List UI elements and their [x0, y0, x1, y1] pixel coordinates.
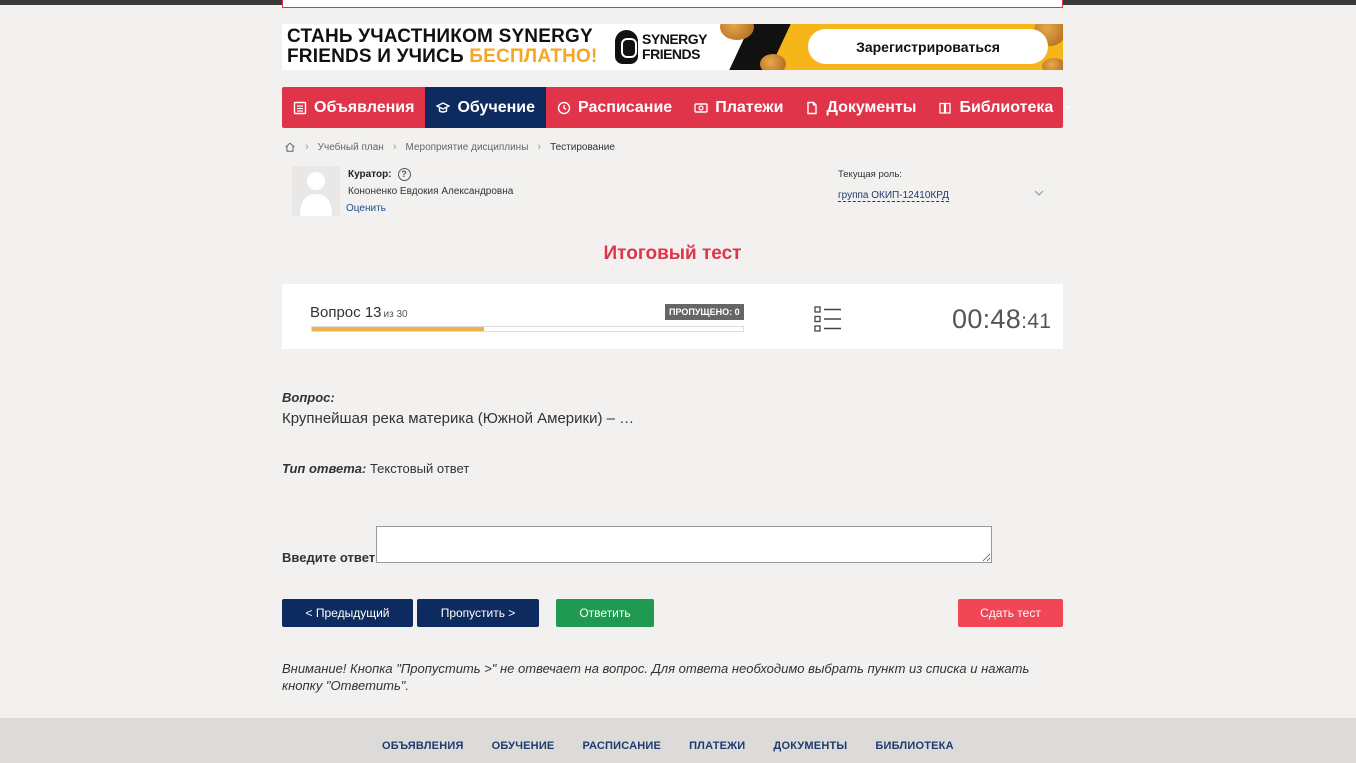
main-nav: Объявления Обучение Расписание Платежи Д… — [282, 87, 1072, 128]
chevron-right-icon: › — [392, 141, 397, 153]
nav-item-announcements[interactable]: Объявления — [282, 87, 425, 128]
footer-link-payments[interactable]: ПЛАТЕЖИ — [689, 740, 745, 752]
skipped-badge: ПРОПУЩЕНО: 0 — [665, 304, 744, 320]
rate-link[interactable]: Оценить — [346, 203, 386, 214]
breadcrumb-current: Тестирование — [550, 141, 615, 153]
list-icon — [293, 101, 307, 114]
nav-item-payments[interactable]: Платежи — [683, 87, 794, 128]
help-icon[interactable]: ? — [397, 168, 411, 181]
curator-name: Кононенко Евдокия Александровна — [348, 186, 514, 197]
register-button[interactable]: Зарегистрироваться — [808, 29, 1048, 64]
nav-item-learning[interactable]: Обучение — [425, 87, 547, 128]
chevron-down-icon[interactable] — [1033, 188, 1045, 198]
answer-input-label: Введите ответ: — [282, 550, 380, 565]
document-icon — [807, 101, 818, 114]
nav-label: Документы — [826, 98, 917, 116]
role-select[interactable]: группа ОКИП-12410КРД — [838, 190, 949, 202]
nav-item-documents[interactable]: Документы — [794, 87, 927, 128]
submit-test-button[interactable]: Сдать тест — [958, 599, 1063, 627]
progress-fill — [312, 327, 485, 331]
chevron-right-icon: › — [537, 141, 542, 153]
question-counter: Вопрос 13 из 30 — [310, 304, 408, 321]
banner-line2: FRIENDS И УЧИСЬ БЕСПЛАТНО! — [287, 46, 598, 67]
answer-input[interactable] — [376, 526, 992, 563]
footer-link-schedule[interactable]: РАСПИСАНИЕ — [582, 740, 661, 752]
avatar — [292, 166, 340, 216]
warning-note: Внимание! Кнопка "Пропустить >" не отвеч… — [282, 661, 1030, 693]
nav-label: Объявления — [314, 98, 415, 116]
coin-icon — [760, 54, 786, 70]
home-icon[interactable] — [284, 141, 296, 153]
progress-card: Вопрос 13 из 30 ПРОПУЩЕНО: 0 00:48:41 — [282, 284, 1063, 349]
lion-logo-icon — [615, 30, 639, 64]
previous-button[interactable]: < Предыдущий — [282, 599, 413, 627]
clock-icon — [557, 101, 571, 114]
footer-link-announcements[interactable]: ОБЪЯВЛЕНИЯ — [382, 740, 464, 752]
question-list-icon[interactable] — [814, 306, 842, 332]
nav-label: Обучение — [457, 98, 536, 116]
chevron-down-icon — [1064, 105, 1072, 110]
nav-label: Платежи — [715, 98, 784, 116]
skip-button[interactable]: Пропустить > — [417, 599, 539, 627]
synergy-friends-logo: SYNERGY FRIENDS — [615, 28, 707, 66]
answer-button[interactable]: Ответить — [556, 599, 654, 627]
nav-label: Библиотека — [959, 98, 1054, 116]
footer-link-learning[interactable]: ОБУЧЕНИЕ — [492, 740, 555, 752]
question-text: Крупнейшая река материка (Южной Америки)… — [282, 410, 635, 427]
page-title: Итоговый тест — [603, 243, 742, 264]
banner-accent: БЕСПЛАТНО! — [469, 46, 598, 67]
coin-icon — [1042, 58, 1063, 70]
nav-label: Расписание — [578, 98, 673, 116]
footer-link-documents[interactable]: ДОКУМЕНТЫ — [773, 740, 847, 752]
footer-nav: ОБЪЯВЛЕНИЯ ОБУЧЕНИЕ РАСПИСАНИЕ ПЛАТЕЖИ Д… — [382, 740, 954, 752]
top-card-edge — [282, 0, 1063, 8]
promo-banner[interactable]: СТАНЬ УЧАСТНИКОМ SYNERGY FRIENDS И УЧИСЬ… — [282, 24, 1063, 70]
breadcrumb-item[interactable]: Учебный план — [318, 142, 384, 153]
nav-item-library[interactable]: Библиотека — [927, 87, 1084, 128]
answer-type: Тип ответа: Текстовый ответ — [282, 461, 470, 476]
timer: 00:48:41 — [952, 304, 1052, 334]
chevron-right-icon: › — [305, 141, 309, 153]
book-icon — [939, 102, 952, 114]
breadcrumb-item[interactable]: Мероприятие дисциплины — [406, 142, 529, 153]
user-silhouette-icon — [300, 172, 332, 216]
breadcrumb: › Учебный план › Мероприятие дисциплины … — [284, 140, 615, 154]
question-title: Вопрос: — [282, 390, 335, 405]
money-icon — [694, 102, 708, 113]
banner-text: СТАНЬ УЧАСТНИКОМ SYNERGY FRIENDS И УЧИСЬ… — [287, 27, 598, 67]
footer: ОБЪЯВЛЕНИЯ ОБУЧЕНИЕ РАСПИСАНИЕ ПЛАТЕЖИ Д… — [0, 718, 1356, 763]
role-label: Текущая роль: — [838, 169, 902, 180]
banner-line1: СТАНЬ УЧАСТНИКОМ SYNERGY — [287, 26, 593, 47]
progress-bar — [311, 326, 744, 332]
graduation-cap-icon — [436, 101, 451, 113]
footer-link-library[interactable]: БИБЛИОТЕКА — [875, 740, 953, 752]
nav-item-schedule[interactable]: Расписание — [546, 87, 683, 128]
curator-label: Куратор: ? — [348, 168, 411, 181]
